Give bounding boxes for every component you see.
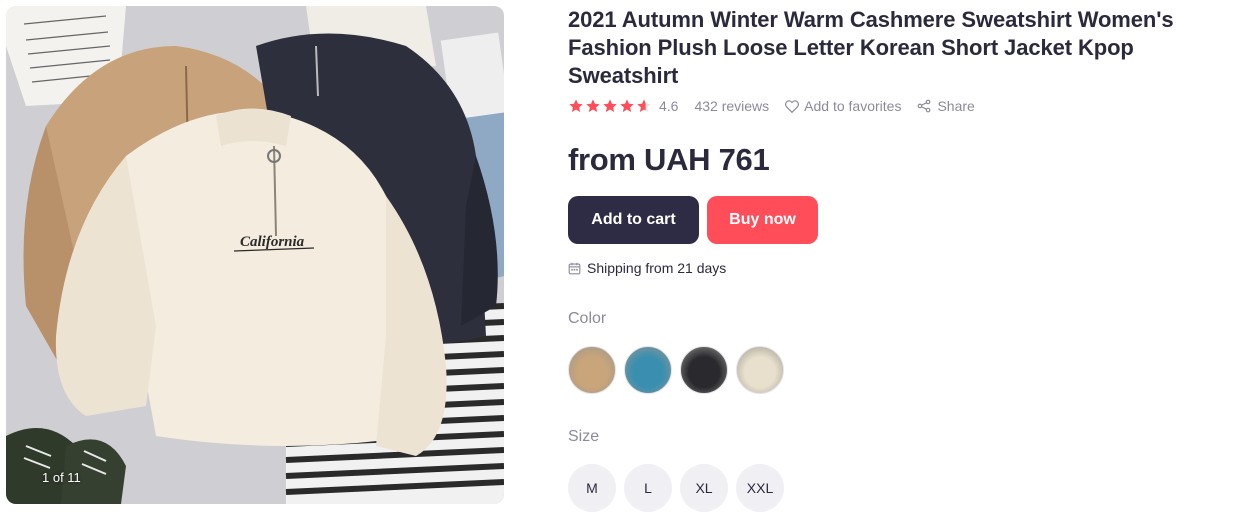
action-buttons: Add to cart Buy now xyxy=(568,196,1218,244)
size-option-xl[interactable]: XL xyxy=(680,464,728,512)
color-swatch-khaki[interactable] xyxy=(568,346,616,394)
star-icon xyxy=(586,99,600,112)
product-title: 2021 Autumn Winter Warm Cashmere Sweatsh… xyxy=(568,7,1174,88)
size-option-l[interactable]: L xyxy=(624,464,672,512)
rating-stars xyxy=(568,98,653,114)
color-swatch-blue[interactable] xyxy=(624,346,672,394)
size-options: M L XL XXL xyxy=(568,464,1218,512)
product-price: from UAH 761 xyxy=(568,142,770,177)
add-to-cart-button[interactable]: Add to cart xyxy=(568,196,699,244)
color-swatch-black[interactable] xyxy=(680,346,728,394)
star-icon xyxy=(603,99,617,112)
star-icon xyxy=(620,99,634,112)
product-gallery[interactable]: California 1 of 11 xyxy=(6,6,504,504)
color-swatches xyxy=(568,346,1218,394)
size-option-xxl[interactable]: XXL xyxy=(736,464,784,512)
heart-icon xyxy=(785,99,800,113)
product-photo: California xyxy=(6,6,504,504)
shipping-info: Shipping from 21 days xyxy=(568,260,1218,276)
rating-value: 4.6 xyxy=(659,98,679,114)
calendar-icon xyxy=(568,262,581,274)
share-label: Share xyxy=(937,98,975,114)
star-icon xyxy=(637,99,651,112)
image-counter: 1 of 11 xyxy=(42,470,81,485)
color-label: Color xyxy=(568,310,607,327)
svg-text:California: California xyxy=(240,234,305,250)
reviews-link[interactable]: 432 reviews xyxy=(694,98,769,114)
star-icon xyxy=(569,99,583,112)
share-button[interactable]: Share xyxy=(917,98,975,114)
size-option-m[interactable]: M xyxy=(568,464,616,512)
favorites-label: Add to favorites xyxy=(804,98,902,114)
add-to-favorites-button[interactable]: Add to favorites xyxy=(785,98,901,114)
product-meta: 4.6 432 reviews Add to favorites Share xyxy=(568,96,1218,116)
color-swatch-beige[interactable] xyxy=(736,346,784,394)
size-label: Size xyxy=(568,428,600,445)
share-icon xyxy=(918,99,931,113)
product-info: 2021 Autumn Winter Warm Cashmere Sweatsh… xyxy=(568,6,1218,512)
shipping-text: Shipping from 21 days xyxy=(587,260,727,276)
buy-now-button[interactable]: Buy now xyxy=(707,196,818,244)
